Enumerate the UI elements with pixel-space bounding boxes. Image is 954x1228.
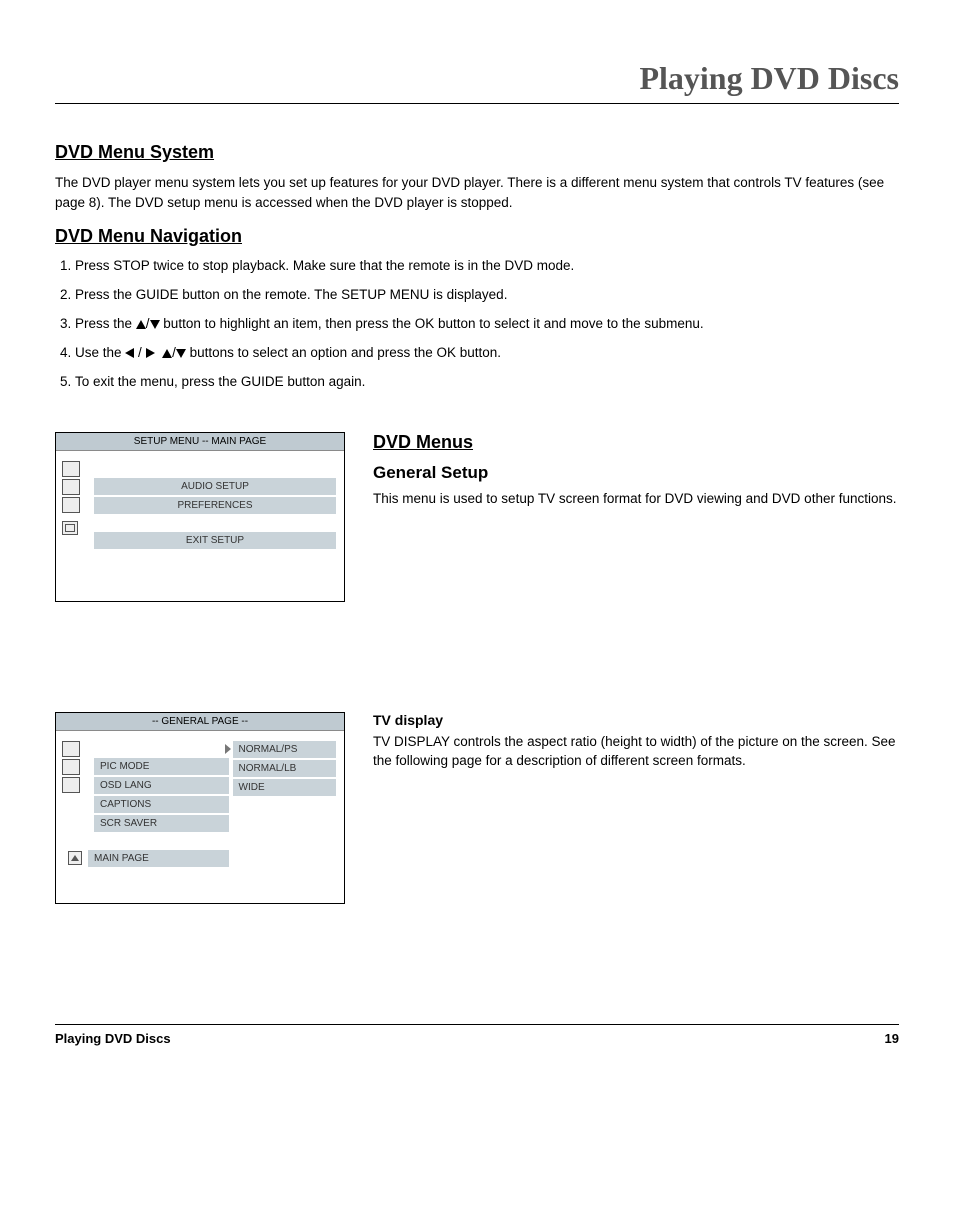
tv-icon	[62, 741, 80, 757]
setup-menu-icon-column	[62, 461, 80, 513]
triangle-up-icon	[162, 349, 172, 358]
step-3: Press the / button to highlight an item,…	[75, 315, 899, 334]
footer-section-label: Playing DVD Discs	[55, 1031, 171, 1046]
menu-item-preferences[interactable]: PREFERENCES	[94, 497, 336, 514]
triangle-down-icon	[176, 349, 186, 358]
step-2: Press the GUIDE button on the remote. Th…	[75, 286, 899, 305]
heading-dvd-menu-system: DVD Menu System	[55, 142, 899, 163]
divider-top	[55, 103, 899, 104]
tv2-icon	[62, 759, 80, 775]
general-page-menu-box: -- GENERAL PAGE -- PIC MODE OSD LANG CAP…	[55, 712, 345, 904]
pointer-right-icon	[225, 744, 231, 754]
menu-item-pic-mode[interactable]: PIC MODE	[94, 758, 229, 775]
lang-icon	[62, 777, 80, 793]
menu-item-scr-saver[interactable]: SCR SAVER	[94, 815, 229, 832]
para-dvd-menu-system: The DVD player menu system lets you set …	[55, 173, 899, 212]
page-footer: Playing DVD Discs 19	[55, 1024, 899, 1046]
steps-list: Press STOP twice to stop playback. Make …	[55, 257, 899, 391]
step-5: To exit the menu, press the GUIDE button…	[75, 373, 899, 392]
step-4: Use the / / buttons to select an option …	[75, 344, 899, 363]
option-normal-ps[interactable]: NORMAL/PS	[233, 741, 336, 758]
triangle-down-icon	[150, 320, 160, 329]
footer-page-number: 19	[885, 1031, 899, 1046]
exit-icon	[62, 521, 78, 535]
menu-item-exit-setup[interactable]: EXIT SETUP	[94, 532, 336, 549]
heading-dvd-menu-navigation: DVD Menu Navigation	[55, 226, 899, 247]
subheading-tv-display: TV display	[373, 712, 899, 728]
tv-icon	[62, 461, 80, 477]
setup-menu-box: SETUP MENU -- MAIN PAGE AUDIO SETUP PREF…	[55, 432, 345, 602]
triangle-right-icon	[146, 348, 155, 358]
prefs-icon	[62, 497, 80, 513]
triangle-up-icon	[136, 320, 146, 329]
para-general-setup: This menu is used to setup TV screen for…	[373, 489, 899, 509]
para-tv-display: TV DISPLAY controls the aspect ratio (he…	[373, 732, 899, 771]
menu-item-osd-lang[interactable]: OSD LANG	[94, 777, 229, 794]
up-arrow-icon	[68, 851, 82, 865]
menu-item-audio-setup[interactable]: AUDIO SETUP	[94, 478, 336, 495]
setup-menu-title: SETUP MENU -- MAIN PAGE	[56, 433, 344, 451]
audio-icon	[62, 479, 80, 495]
general-page-title: -- GENERAL PAGE --	[56, 713, 344, 731]
step-1: Press STOP twice to stop playback. Make …	[75, 257, 899, 276]
heading-dvd-menus: DVD Menus	[373, 432, 899, 453]
subheading-general-setup: General Setup	[373, 463, 899, 483]
chapter-title: Playing DVD Discs	[55, 60, 899, 97]
option-normal-lb[interactable]: NORMAL/LB	[233, 760, 336, 777]
menu-item-captions[interactable]: CAPTIONS	[94, 796, 229, 813]
triangle-left-icon	[125, 348, 134, 358]
option-wide[interactable]: WIDE	[233, 779, 336, 796]
menu-item-main-page[interactable]: MAIN PAGE	[88, 850, 229, 867]
general-page-icon-column	[62, 741, 80, 793]
